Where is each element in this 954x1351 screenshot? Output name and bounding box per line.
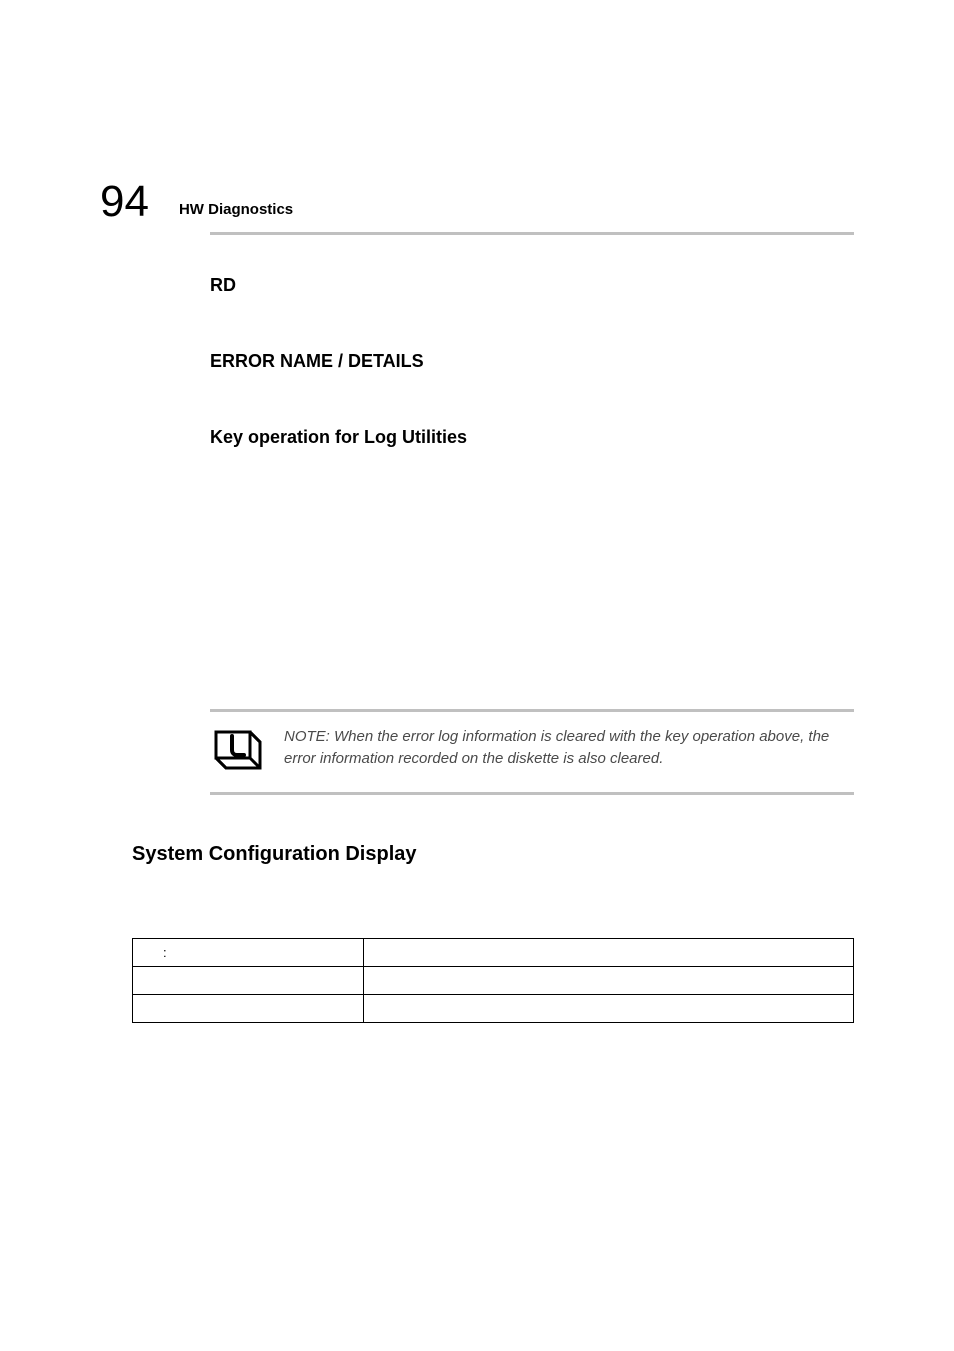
page-number: 94: [100, 180, 149, 224]
key-item-end: [End] Move to the last error line from t…: [210, 581, 854, 608]
key-operation-heading: Key operation for Log Utilities: [210, 427, 854, 448]
header-divider: [210, 232, 854, 235]
key-item-arrows: [↑][↓] Move to the error line to be disp…: [210, 493, 854, 546]
table-row: CO-PROCESSOR Co-processor: [133, 994, 854, 1022]
table-cell-left: CO-PROCESSOR: [133, 994, 364, 1022]
note-divider-bottom: [210, 792, 854, 795]
table-cell-left: :: [133, 938, 364, 966]
key-operation-body: The following key operations are availab…: [210, 454, 854, 475]
table-cell-right: Output data and T&D version: [363, 938, 853, 966]
note-block: NOTE: When the error log information is …: [210, 709, 854, 795]
table-cell-right: Co-processor: [363, 994, 853, 1022]
system-config-body: T&D displays the following system config…: [132, 874, 854, 916]
table-row: CPU CPU name and its speed: [133, 966, 854, 994]
system-config-heading: System Configuration Display: [132, 843, 854, 866]
error-name-heading: ERROR NAME / DETAILS: [210, 351, 854, 372]
key-item-enter: [Enter] Clear the all log information: [210, 611, 854, 638]
key-item-home: [Home] Move to the first error line from…: [210, 550, 854, 577]
rd-body: This column shows the contents of the RD…: [210, 302, 854, 323]
note-icon: [210, 722, 266, 778]
table-cell-left: CPU: [133, 966, 364, 994]
error-name-body: This column shows the error name and its…: [210, 378, 854, 399]
key-operation-list: [↑][↓] Move to the error line to be disp…: [210, 493, 854, 669]
system-config-table: : Output data and T&D version CPU CPU na…: [132, 938, 854, 1023]
table-cell-right: CPU name and its speed: [363, 966, 853, 994]
table-row: : Output data and T&D version: [133, 938, 854, 966]
page-title: HW Diagnostics: [179, 201, 293, 224]
note-text: NOTE: When the error log information is …: [284, 722, 854, 771]
key-item-esc: [Esc] Return to the T&D Menu screen: [210, 642, 854, 669]
note-divider-top: [210, 709, 854, 712]
rd-heading: RD: [210, 275, 854, 296]
